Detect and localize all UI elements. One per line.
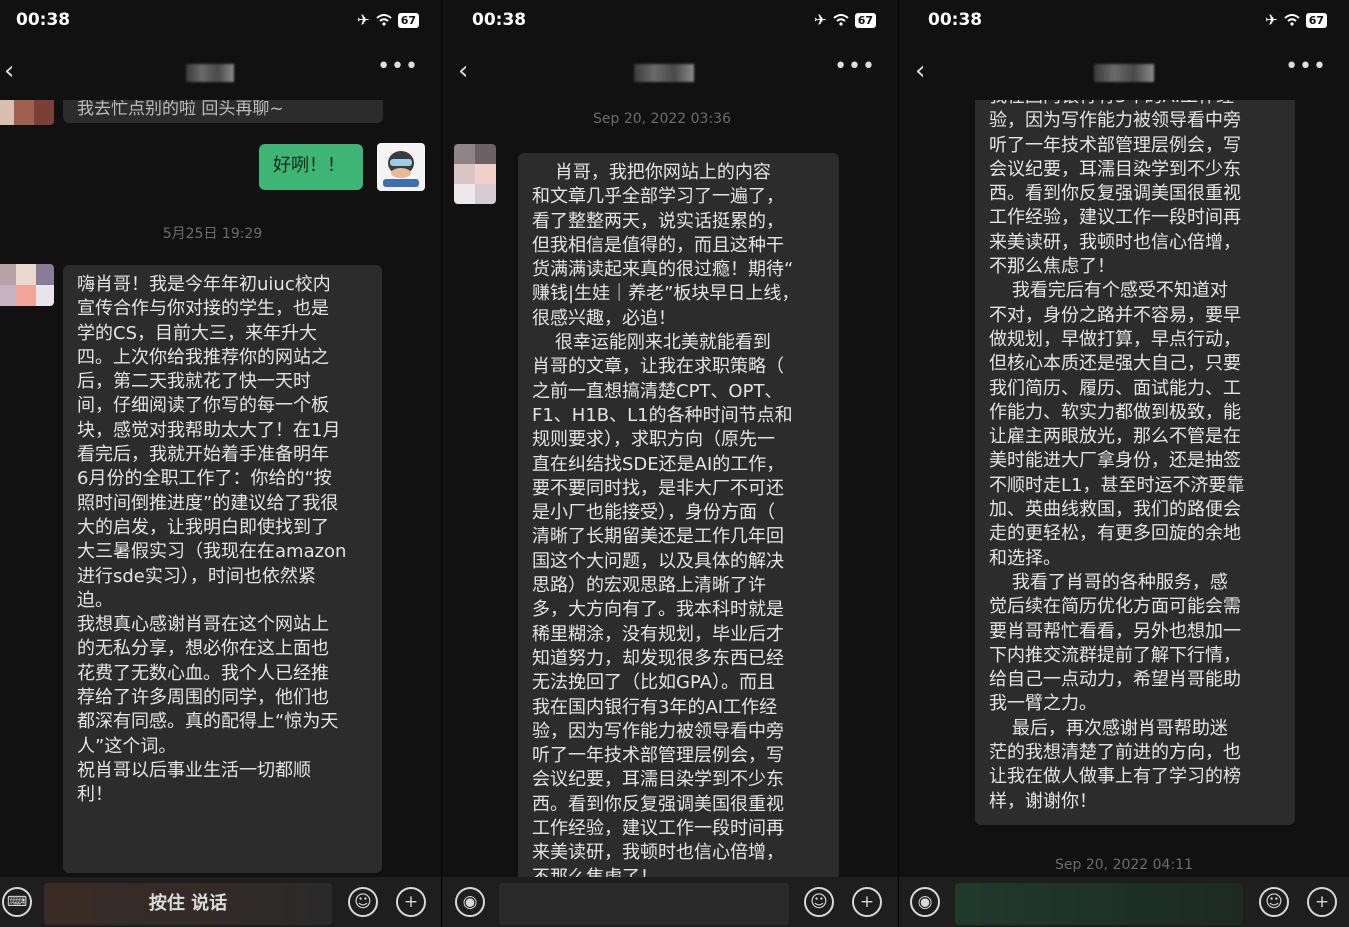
emoji-icon[interactable]: ☺ (804, 887, 834, 917)
wifi-icon (1284, 14, 1300, 26)
chat-panel-3: 00:38 ✈ 67 ‹ ••• 我在国内银行有3年的AI工作经 验，因为写作能… (899, 0, 1349, 927)
input-bar: ⌨ 按住 说话 ☺ + (0, 877, 441, 927)
battery-icon: 67 (1305, 12, 1327, 28)
contact-message-bubble[interactable]: 嗨肖哥！我是今年年初uiuc校内 宣传合作与你对接的学生，也是 学的CS，目前大… (63, 265, 382, 873)
plus-icon[interactable]: + (1307, 887, 1337, 917)
status-icons: ✈ 67 (357, 11, 419, 29)
keyboard-toggle-icon[interactable]: ⌨ (2, 887, 32, 917)
contact-name-blurred (186, 64, 234, 82)
emoji-icon[interactable]: ☺ (348, 887, 378, 917)
chat-panel-2: 00:38 ✈ 67 ‹ ••• Sep 20, 2022 03:36 肖哥，我… (442, 0, 898, 927)
contact-message-bubble[interactable]: 我在国内银行有3年的AI工作经 验，因为写作能力被领导看中旁 听了一年技术部管理… (975, 97, 1295, 825)
input-bar: ◉ ☺ + (442, 877, 898, 927)
message-list[interactable]: 我在国内银行有3年的AI工作经 验，因为写作能力被领导看中旁 听了一年技术部管理… (899, 97, 1349, 877)
message-list[interactable]: Sep 20, 2022 03:36 肖哥，我把你网站上的内容 和文章几乎全部学… (442, 97, 898, 877)
airplane-icon: ✈ (357, 11, 370, 29)
plus-icon[interactable]: + (396, 887, 426, 917)
contact-avatar-blurred[interactable] (454, 144, 496, 204)
contact-avatar-blurred[interactable] (0, 97, 54, 125)
more-options-icon[interactable]: ••• (377, 54, 419, 79)
chat-panel-1: 00:38 ✈ 67 ‹ ••• 我去忙点别的啦 回头再聊~ 好咧！！ 5月25 (0, 0, 441, 927)
voice-toggle-icon[interactable]: ◉ (910, 887, 940, 917)
airplane-icon: ✈ (1265, 11, 1278, 29)
battery-icon: 67 (854, 12, 876, 28)
input-bar: ◉ ☺ + (899, 877, 1349, 927)
contact-name-blurred (634, 64, 694, 82)
wifi-icon (833, 14, 849, 26)
status-icons: ✈ 67 (814, 11, 876, 29)
back-chevron-icon[interactable]: ‹ (458, 56, 468, 86)
message-list[interactable]: 我去忙点别的啦 回头再聊~ 好咧！！ 5月25日 19:29 嗨肖哥！我是今年年… (0, 97, 441, 877)
emoji-icon[interactable]: ☺ (1259, 887, 1289, 917)
more-options-icon[interactable]: ••• (834, 54, 876, 79)
status-bar: 00:38 ✈ 67 (442, 0, 898, 40)
status-icons: ✈ 67 (1265, 11, 1327, 29)
chat-header: ‹ ••• (899, 44, 1349, 100)
my-message-bubble[interactable]: 好咧！！ (259, 144, 363, 190)
previous-message-bubble[interactable]: 我去忙点别的啦 回头再聊~ (63, 97, 383, 123)
message-timestamp: 5月25日 19:29 (162, 226, 263, 242)
status-time: 00:38 (16, 10, 71, 30)
message-input[interactable] (955, 883, 1243, 925)
back-chevron-icon[interactable]: ‹ (4, 56, 14, 86)
message-timestamp: Sep 20, 2022 03:36 (593, 111, 731, 127)
chat-header: ‹ ••• (0, 44, 441, 100)
my-avatar[interactable] (377, 143, 425, 191)
contact-avatar-blurred[interactable] (0, 264, 54, 306)
contact-name-blurred (1094, 64, 1154, 82)
status-time: 00:38 (928, 10, 983, 30)
back-chevron-icon[interactable]: ‹ (915, 56, 925, 86)
message-timestamp: Sep 20, 2022 04:11 (1055, 857, 1193, 873)
battery-icon: 67 (397, 12, 419, 28)
status-bar: 00:38 ✈ 67 (0, 0, 441, 40)
contact-message-bubble[interactable]: 肖哥，我把你网站上的内容 和文章几乎全部学习了一遍了， 看了整整两天，说实话挺累… (518, 153, 839, 877)
voice-toggle-icon[interactable]: ◉ (455, 887, 485, 917)
wifi-icon (376, 14, 392, 26)
chat-header: ‹ ••• (442, 44, 898, 100)
status-time: 00:38 (472, 10, 527, 30)
status-bar: 00:38 ✈ 67 (899, 0, 1349, 40)
hold-to-talk-button[interactable]: 按住 说话 (44, 883, 332, 925)
cartoon-avatar-icon (383, 151, 419, 187)
airplane-icon: ✈ (814, 11, 827, 29)
plus-icon[interactable]: + (852, 887, 882, 917)
more-options-icon[interactable]: ••• (1285, 54, 1327, 79)
message-input[interactable] (499, 883, 789, 925)
